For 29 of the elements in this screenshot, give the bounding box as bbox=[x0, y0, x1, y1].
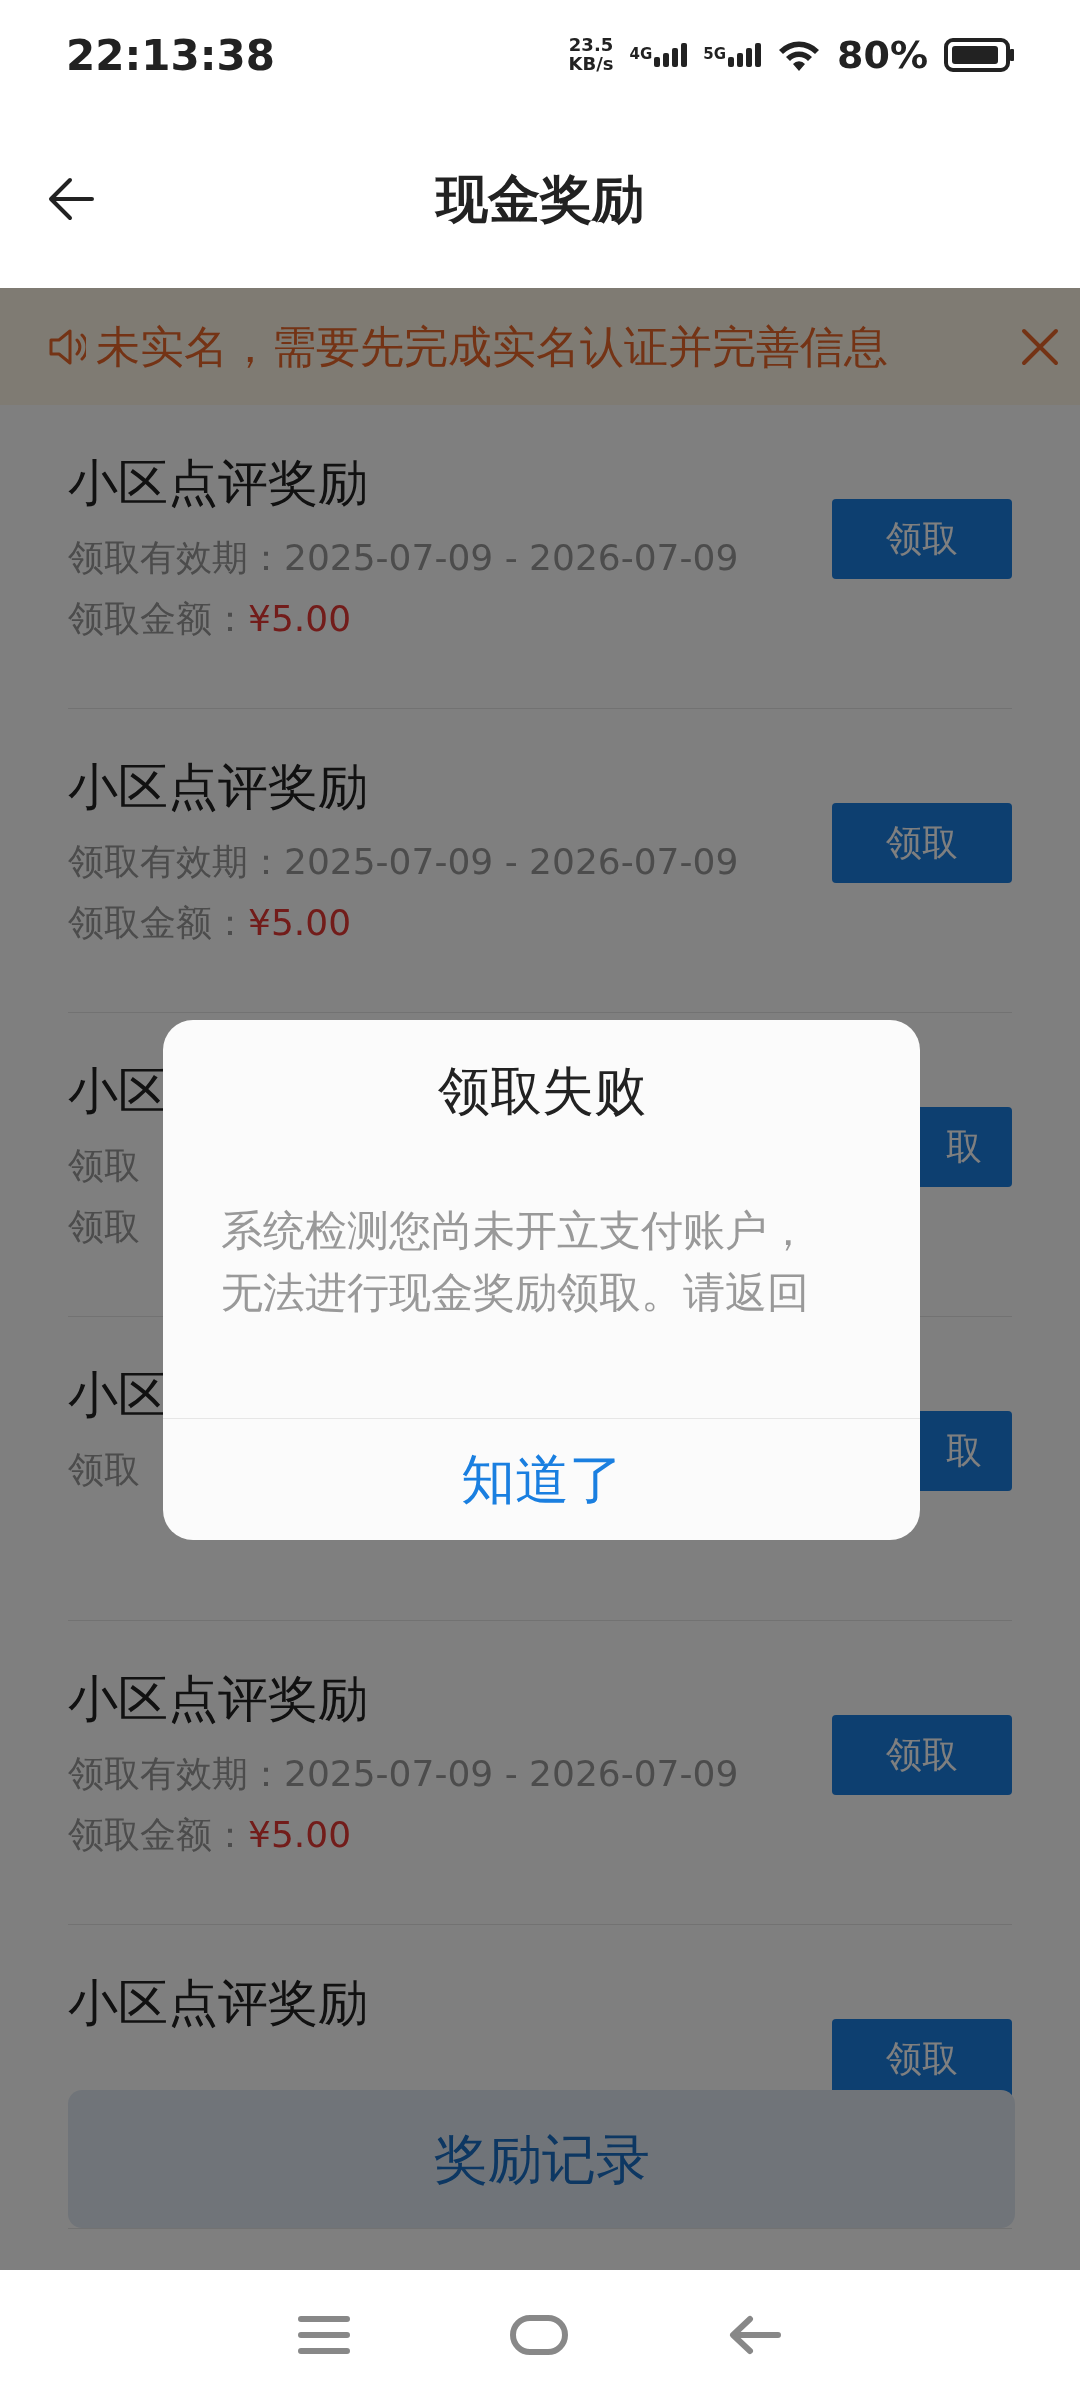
ok-button[interactable]: 知道了 bbox=[163, 1419, 920, 1540]
signal-icon bbox=[728, 43, 762, 67]
reward-title: 小区 bbox=[68, 1061, 168, 1121]
battery-icon bbox=[944, 38, 1014, 72]
dialog-message: 系统检测您尚未开立支付账户，无法进行现金奖励领取。请返回 bbox=[221, 1205, 810, 1319]
claim-button[interactable]: 领取 bbox=[832, 499, 1012, 579]
records-button[interactable]: 奖励记录 bbox=[68, 2090, 1015, 2228]
amount-value: ¥5.00 bbox=[248, 902, 352, 944]
reward-title: 小区点评奖励 bbox=[68, 757, 369, 817]
status-time: 22:13:38 bbox=[66, 29, 275, 82]
speed-unit: KB/s bbox=[568, 55, 614, 74]
amount-value: ¥5.00 bbox=[248, 1814, 352, 1856]
notice-text: 未实名，需要先完成实名认证并完善信息 bbox=[96, 319, 889, 374]
claim-button[interactable]: 领取 bbox=[832, 1715, 1012, 1795]
page-title: 现金奖励 bbox=[436, 168, 644, 231]
claim-button[interactable]: 领取 bbox=[832, 803, 1012, 883]
dialog-title: 领取失败 bbox=[436, 1060, 647, 1123]
signal-icon bbox=[654, 43, 688, 67]
home-icon[interactable] bbox=[510, 2315, 568, 2355]
close-icon[interactable] bbox=[1020, 326, 1060, 367]
network-type: 4G bbox=[629, 44, 653, 65]
reward-title: 小区点评奖励 bbox=[68, 453, 369, 513]
reward-title: 小区点评奖励 bbox=[68, 1669, 369, 1729]
network-type: 5G bbox=[703, 44, 727, 65]
reward-title: 小区点评奖励 bbox=[68, 1973, 368, 2033]
amount-value: ¥5.00 bbox=[248, 598, 352, 640]
network-speed: 23.5 bbox=[568, 36, 614, 55]
menu-icon[interactable] bbox=[298, 2315, 350, 2355]
battery-percent: 80% bbox=[837, 31, 928, 79]
